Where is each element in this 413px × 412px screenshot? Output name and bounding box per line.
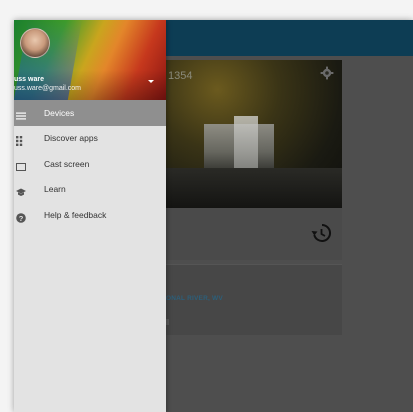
learn-icon — [16, 184, 26, 197]
screenshot-frame: 1354 IONAL RIVER, WV uss ware uss.ware@g… — [0, 0, 413, 412]
menu-item-learn[interactable]: Learn — [14, 177, 166, 203]
photo-location-title: IONAL RIVER, WV — [164, 295, 223, 302]
devices-icon — [16, 108, 26, 120]
apps-grid-icon — [16, 133, 26, 147]
menu-label-learn: Learn — [44, 184, 66, 195]
menu-label-discover-apps: Discover apps — [44, 133, 98, 144]
svg-text:?: ? — [19, 214, 24, 223]
photo-number: 1354 — [168, 70, 193, 82]
rocks-shape — [164, 168, 342, 208]
gear-icon[interactable] — [320, 66, 334, 80]
navigation-drawer: uss ware uss.ware@gmail.com Devices Disc… — [14, 20, 166, 412]
waterfall-highlight — [234, 116, 258, 176]
menu-item-cast-screen[interactable]: Cast screen — [14, 151, 166, 177]
menu-item-devices[interactable]: Devices — [14, 100, 166, 126]
history-icon[interactable] — [310, 222, 332, 244]
account-email: uss.ware@gmail.com — [14, 85, 82, 92]
help-icon: ? — [16, 210, 26, 223]
menu-item-help-feedback[interactable]: ? Help & feedback — [14, 202, 166, 228]
photo-info-card[interactable]: IONAL RIVER, WV — [164, 264, 342, 335]
account-name: uss ware — [14, 76, 44, 83]
drawer-menu: Devices Discover apps Cast screen Learn … — [14, 100, 166, 228]
avatar[interactable] — [20, 28, 50, 58]
menu-item-discover-apps[interactable]: Discover apps — [14, 126, 166, 152]
chevron-down-icon[interactable] — [148, 80, 154, 83]
menu-label-help-feedback: Help & feedback — [44, 209, 107, 220]
menu-label-cast-screen: Cast screen — [44, 158, 90, 169]
cast-screen-icon — [16, 159, 26, 171]
backdrop-photo-card[interactable]: 1354 — [164, 60, 342, 208]
drawer-account-header[interactable]: uss ware uss.ware@gmail.com — [14, 20, 166, 100]
tablet-screen: 1354 IONAL RIVER, WV uss ware uss.ware@g… — [14, 20, 413, 412]
menu-label-devices: Devices — [44, 107, 75, 118]
